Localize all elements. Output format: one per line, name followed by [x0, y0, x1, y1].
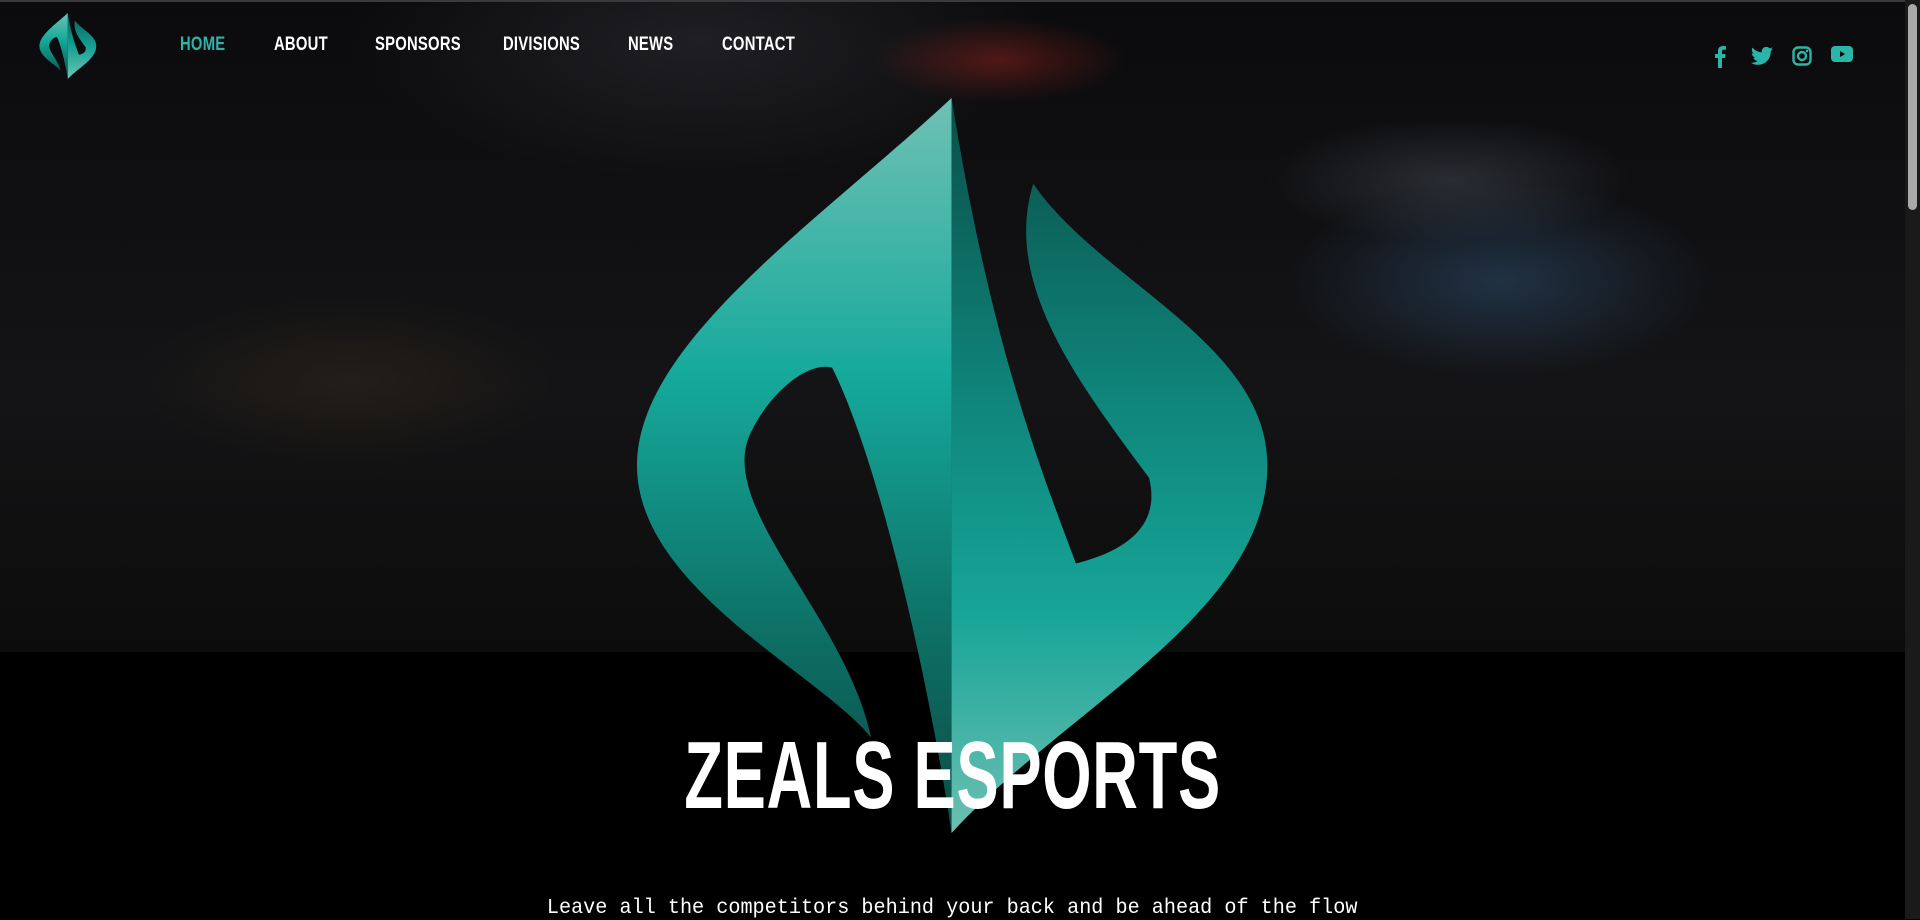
- twitter-icon[interactable]: [1751, 46, 1773, 66]
- facebook-icon[interactable]: [1714, 46, 1726, 68]
- youtube-icon[interactable]: [1831, 46, 1853, 62]
- nav-contact[interactable]: CONTACT: [722, 34, 795, 56]
- hero-title: ZEALS ESPORTS: [0, 728, 1905, 824]
- page-scrollbar[interactable]: [1905, 0, 1920, 919]
- scrollbar-thumb[interactable]: [1908, 4, 1917, 210]
- brand-logo-icon[interactable]: [38, 13, 98, 79]
- hero-tagline-text: Leave all the competitors behind your ba…: [547, 897, 1358, 920]
- nav-sponsors[interactable]: SPONSORS: [375, 34, 461, 56]
- nav-divisions[interactable]: DIVISIONS: [503, 34, 580, 56]
- nav-news[interactable]: NEWS: [628, 34, 673, 56]
- nav-about[interactable]: ABOUT: [274, 34, 328, 56]
- nav-home[interactable]: HOME: [180, 34, 225, 56]
- instagram-icon[interactable]: [1792, 46, 1812, 66]
- hero-tagline: Leave all the competitors behind your ba…: [0, 897, 1905, 920]
- window-top-border: [0, 0, 1920, 2]
- hero-title-text: ZEALS ESPORTS: [684, 722, 1221, 829]
